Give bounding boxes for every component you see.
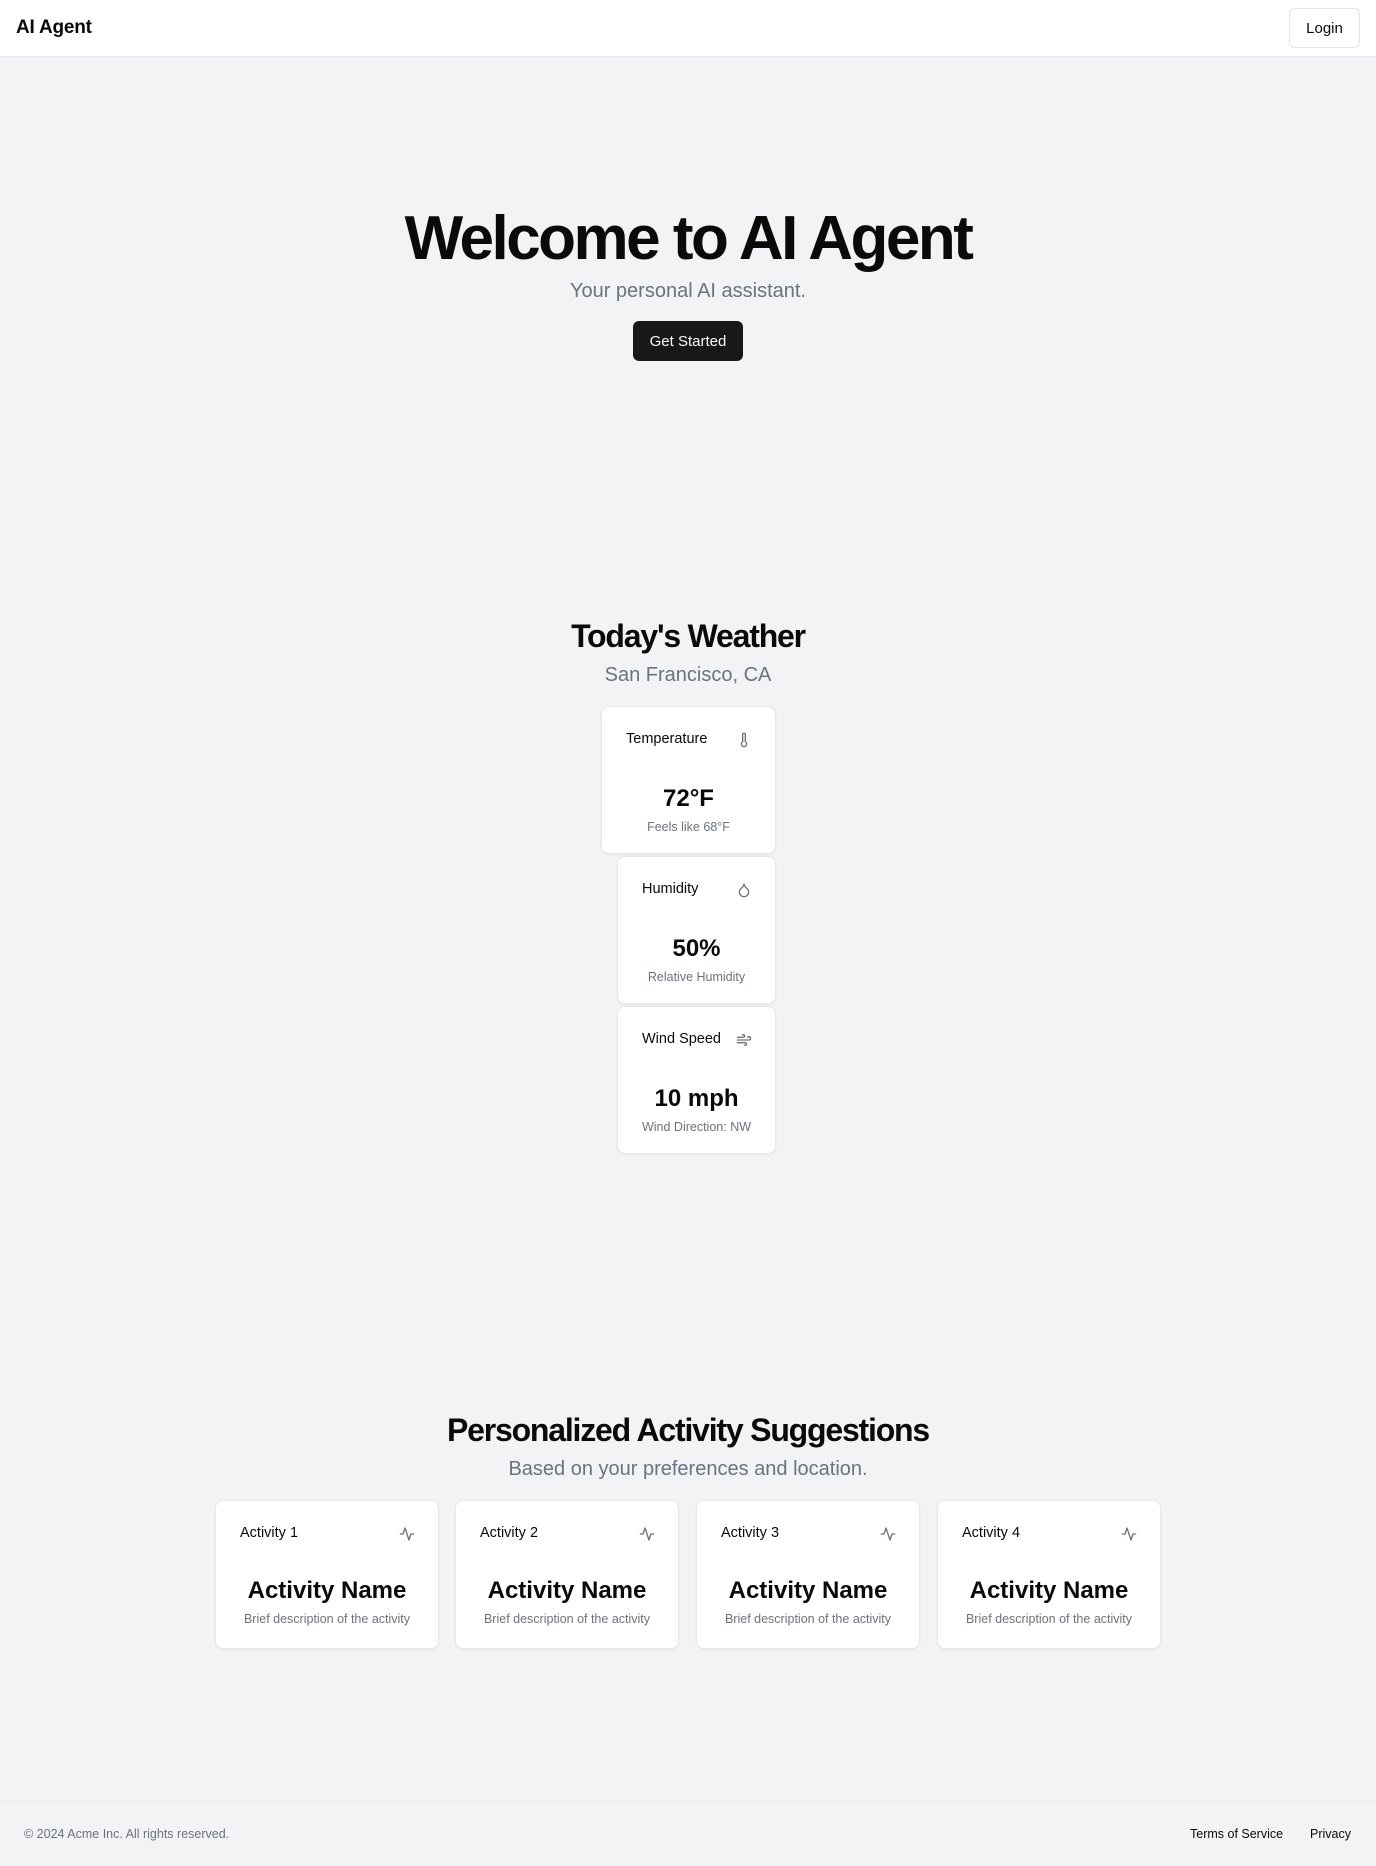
activity-pulse-icon (879, 1525, 897, 1543)
activity-name: Activity Name (247, 1577, 407, 1604)
activities-subtitle: Based on your preferences and location. (508, 1458, 868, 1480)
activity-label: Activity 3 (721, 1525, 780, 1541)
activity-label: Activity 1 (240, 1525, 299, 1541)
brand-logo-text[interactable]: AI Agent (16, 17, 92, 39)
activity-pulse-icon (1120, 1525, 1138, 1543)
humidity-label: Humidity (642, 881, 699, 897)
wind-speed-card: Wind Speed 10 mph Wind Direction: NW (617, 1006, 776, 1154)
temperature-label: Temperature (626, 731, 708, 747)
get-started-button[interactable]: Get Started (633, 321, 743, 361)
weather-section-title: Today's Weather (571, 618, 806, 654)
humidity-card: Humidity 50% Relative Humidity (617, 856, 776, 1004)
temperature-note: Feels like 68°F (647, 820, 730, 834)
temperature-card: Temperature 72°F Feels like 68°F (601, 706, 776, 854)
activity-card-1[interactable]: Activity 1 Activity Name Brief descripti… (215, 1500, 439, 1649)
wind-icon (735, 1031, 753, 1049)
activity-pulse-icon (398, 1525, 416, 1543)
humidity-note: Relative Humidity (647, 970, 746, 984)
temperature-value: 72°F (663, 785, 714, 812)
wind-speed-label: Wind Speed (642, 1031, 721, 1047)
activity-description: Brief description of the activity (483, 1612, 651, 1626)
activity-description: Brief description of the activity (724, 1612, 892, 1626)
thermometer-icon (735, 731, 753, 749)
wind-speed-value: 10 mph (654, 1085, 739, 1112)
activity-card-3[interactable]: Activity 3 Activity Name Brief descripti… (696, 1500, 920, 1649)
activity-pulse-icon (638, 1525, 656, 1543)
humidity-value: 50% (672, 935, 721, 962)
wind-direction-note: Wind Direction: NW (641, 1120, 752, 1134)
activity-description: Brief description of the activity (965, 1612, 1133, 1626)
page-footer: © 2024 Acme Inc. All rights reserved. Te… (0, 1801, 1376, 1866)
privacy-link[interactable]: Privacy (1310, 1827, 1351, 1841)
activity-name: Activity Name (487, 1577, 647, 1604)
activity-card-2[interactable]: Activity 2 Activity Name Brief descripti… (455, 1500, 679, 1649)
copyright-text: © 2024 Acme Inc. All rights reserved. (24, 1827, 230, 1841)
hero-title: Welcome to AI Agent (404, 204, 974, 273)
hero-subtitle: Your personal AI assistant. (569, 280, 807, 302)
login-button[interactable]: Login (1289, 8, 1360, 48)
droplet-icon (735, 881, 753, 899)
activity-name: Activity Name (969, 1577, 1129, 1604)
activity-label: Activity 4 (962, 1525, 1021, 1541)
activity-label: Activity 2 (480, 1525, 539, 1541)
top-navigation-bar: AI Agent Login (0, 0, 1376, 57)
activity-description: Brief description of the activity (243, 1612, 411, 1626)
activity-card-4[interactable]: Activity 4 Activity Name Brief descripti… (937, 1500, 1161, 1649)
activities-section-title: Personalized Activity Suggestions (446, 1412, 930, 1448)
activity-name: Activity Name (728, 1577, 888, 1604)
weather-location: San Francisco, CA (604, 664, 772, 686)
terms-of-service-link[interactable]: Terms of Service (1190, 1827, 1283, 1841)
